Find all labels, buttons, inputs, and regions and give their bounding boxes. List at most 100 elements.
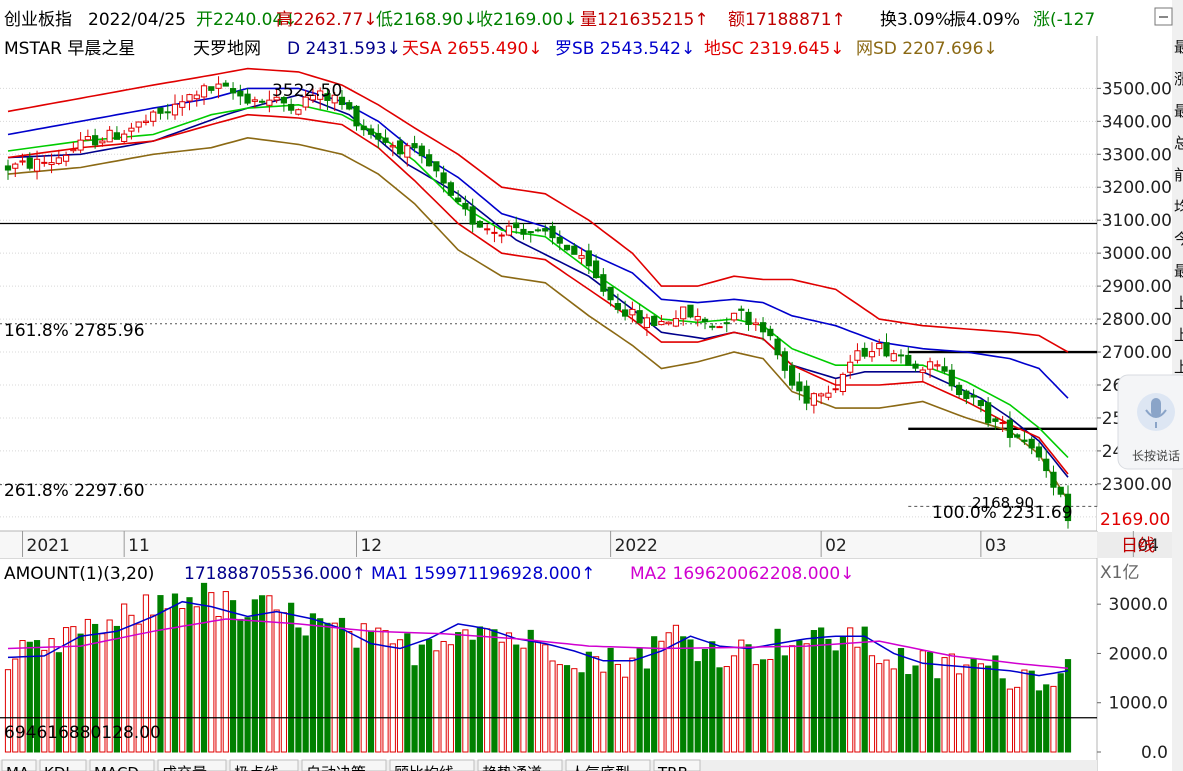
amount-bar[interactable] <box>789 645 796 753</box>
candle-body[interactable] <box>636 310 643 324</box>
candle-body[interactable] <box>367 128 375 135</box>
candle-body[interactable] <box>1057 486 1064 495</box>
amount-bar[interactable] <box>578 672 585 753</box>
candle-body[interactable] <box>259 100 266 103</box>
voice-button[interactable]: 长按说话 <box>1117 374 1183 470</box>
amount-bar[interactable] <box>687 639 694 753</box>
amount-bar[interactable] <box>193 606 200 753</box>
candle-body[interactable] <box>295 109 302 115</box>
amount-bar[interactable] <box>890 668 897 753</box>
candle-body[interactable] <box>622 309 629 317</box>
amount-bar[interactable] <box>244 617 251 753</box>
candle-body[interactable] <box>759 322 767 333</box>
amount-bar[interactable] <box>781 655 788 753</box>
amount-bar[interactable] <box>629 657 636 753</box>
candle-body[interactable] <box>963 390 970 399</box>
candle-body[interactable] <box>150 111 157 122</box>
amount-bar[interactable] <box>832 650 839 753</box>
amount-bar[interactable] <box>382 630 389 753</box>
candle-body[interactable] <box>164 111 171 114</box>
amount-bar[interactable] <box>716 667 723 753</box>
candle-body[interactable] <box>999 422 1006 425</box>
candle-body[interactable] <box>556 236 563 244</box>
amount-bar[interactable] <box>317 618 324 753</box>
candle-body[interactable] <box>534 229 542 232</box>
amount-bar[interactable] <box>375 627 382 753</box>
candle-body[interactable] <box>92 135 99 146</box>
amount-bar[interactable] <box>200 582 208 753</box>
candle-body[interactable] <box>905 354 912 366</box>
candle-body[interactable] <box>825 392 832 398</box>
candle-body[interactable] <box>484 228 491 231</box>
candle-body[interactable] <box>215 83 222 89</box>
candle-body[interactable] <box>505 225 513 236</box>
amount-bar[interactable] <box>259 595 266 753</box>
amount-bar[interactable] <box>701 648 709 753</box>
amount-bar[interactable] <box>179 608 186 753</box>
amount-bar[interactable] <box>1028 670 1035 753</box>
candle-body[interactable] <box>614 303 621 310</box>
amount-bar[interactable] <box>680 636 687 753</box>
candle-body[interactable] <box>774 338 781 356</box>
candle-body[interactable] <box>1014 434 1021 438</box>
amount-bar[interactable] <box>1006 688 1014 753</box>
amount-bar[interactable] <box>353 647 360 753</box>
amount-bar[interactable] <box>759 659 767 753</box>
candle-body[interactable] <box>41 161 48 164</box>
candle-body[interactable] <box>491 231 498 234</box>
amount-bar[interactable] <box>411 665 418 753</box>
candle-body[interactable] <box>832 388 839 391</box>
amount-bar[interactable] <box>288 602 295 753</box>
candle-body[interactable] <box>854 350 861 361</box>
candle-body[interactable] <box>600 274 607 292</box>
amount-bar[interactable] <box>592 656 600 753</box>
candle-body[interactable] <box>876 342 883 350</box>
candle-body[interactable] <box>48 162 55 166</box>
amount-bar[interactable] <box>302 635 309 753</box>
amount-bar[interactable] <box>447 644 454 753</box>
candle-body[interactable] <box>19 160 26 163</box>
candle-body[interactable] <box>179 101 186 108</box>
amount-bar[interactable] <box>215 615 222 753</box>
candle-body[interactable] <box>585 250 592 267</box>
candle-body[interactable] <box>941 366 948 372</box>
amount-bar[interactable] <box>825 638 832 753</box>
candle-body[interactable] <box>992 418 999 422</box>
indicator-tabs[interactable]: MA KDJ MACD 成交量 极点线 自动决策 顾比均线 趋势通道 人气底型 TRB <box>0 759 1097 771</box>
candle-body[interactable] <box>985 402 992 424</box>
amount-bar[interactable] <box>491 629 498 753</box>
amount-bar[interactable] <box>360 623 367 753</box>
candle-body[interactable] <box>868 351 876 358</box>
amount-bar[interactable] <box>745 644 752 753</box>
amount-bar[interactable] <box>636 647 643 753</box>
amount-bar[interactable] <box>948 653 955 753</box>
amount-bar[interactable] <box>309 613 317 753</box>
amount-bar[interactable] <box>222 591 229 753</box>
amount-bar[interactable] <box>469 639 476 753</box>
candle-body[interactable] <box>440 172 447 184</box>
amount-bar[interactable] <box>1050 685 1057 753</box>
amount-bar[interactable] <box>229 600 237 753</box>
amount-bar[interactable] <box>346 630 353 753</box>
amount-bar[interactable] <box>476 626 484 753</box>
candle-body[interactable] <box>643 317 651 328</box>
amount-bar[interactable] <box>433 650 440 753</box>
candle-body[interactable] <box>77 139 84 151</box>
amount-bar[interactable] <box>534 640 542 753</box>
candle-body[interactable] <box>208 86 215 91</box>
amount-bar[interactable] <box>455 632 462 753</box>
amount-bar[interactable] <box>505 632 513 753</box>
amount-bar[interactable] <box>752 664 759 753</box>
candle-body[interactable] <box>672 318 680 327</box>
amount-bar[interactable] <box>208 592 215 753</box>
candle-body[interactable] <box>919 369 926 373</box>
amount-bar[interactable] <box>367 630 375 753</box>
amount-bar[interactable] <box>839 636 847 753</box>
amount-bar[interactable] <box>237 618 244 753</box>
candle-body[interactable] <box>701 318 709 323</box>
amount-bar[interactable] <box>280 612 287 753</box>
candle-body[interactable] <box>839 373 847 392</box>
amount-bar[interactable] <box>614 663 621 753</box>
amount-bar[interactable] <box>498 641 505 753</box>
candle-body[interactable] <box>883 342 890 357</box>
